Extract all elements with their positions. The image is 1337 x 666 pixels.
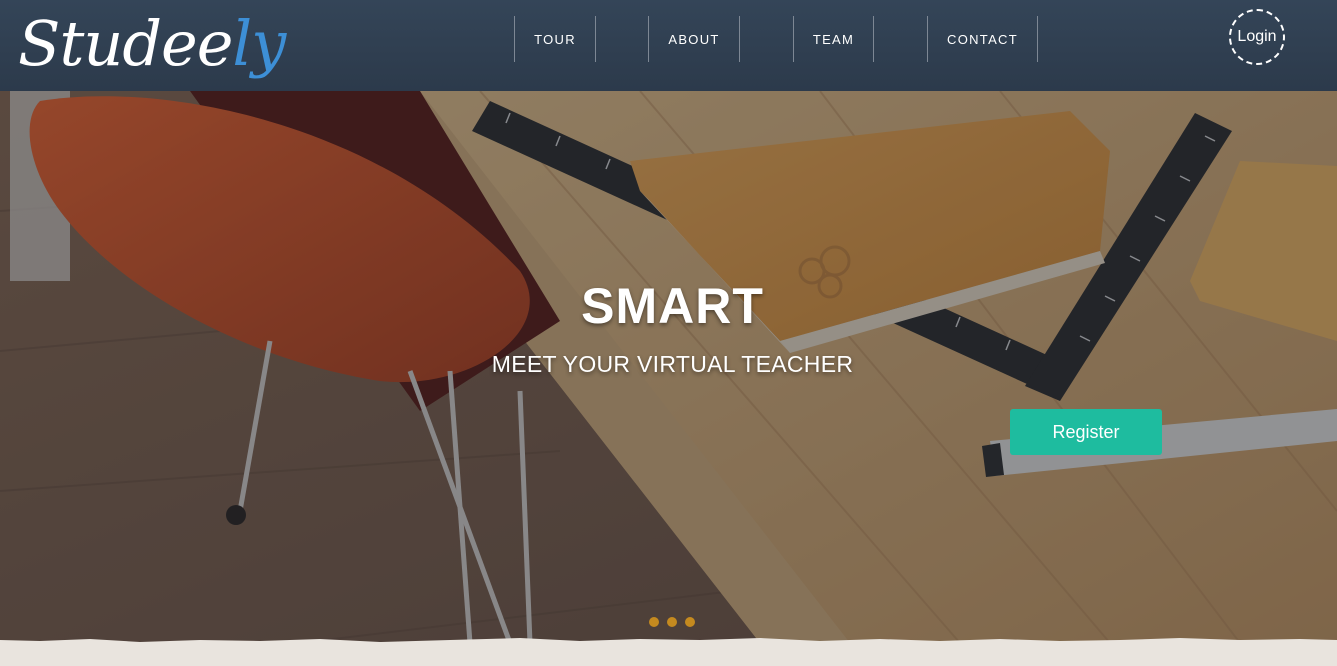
logo[interactable]: Studeely [18,4,286,90]
nav-contact-link[interactable]: CONTACT [927,16,1038,62]
register-button[interactable]: Register [1010,409,1162,455]
site-header: Studeely TOUR ABOUT TEAM CONTACT Login [0,0,1337,91]
nav-about-link[interactable]: ABOUT [648,16,740,62]
hero-slider: SMART MEET YOUR VIRTUAL TEACHER Register [0,91,1337,643]
nav-tour-link[interactable]: TOUR [514,16,596,62]
logo-text-main: Studee [18,7,233,80]
nav-team-link[interactable]: TEAM [793,16,874,62]
hero-subtitle: MEET YOUR VIRTUAL TEACHER [491,351,854,377]
torn-paper-edge [0,638,1337,666]
logo-text-accent: ly [232,7,286,80]
slider-dot-3[interactable] [685,617,695,627]
page: Studeely TOUR ABOUT TEAM CONTACT Login S… [0,0,1337,666]
slider-dot-2[interactable] [667,617,677,627]
hero-title: SMART [581,278,764,334]
slider-dot-1[interactable] [649,617,659,627]
login-button[interactable]: Login [1229,9,1285,65]
